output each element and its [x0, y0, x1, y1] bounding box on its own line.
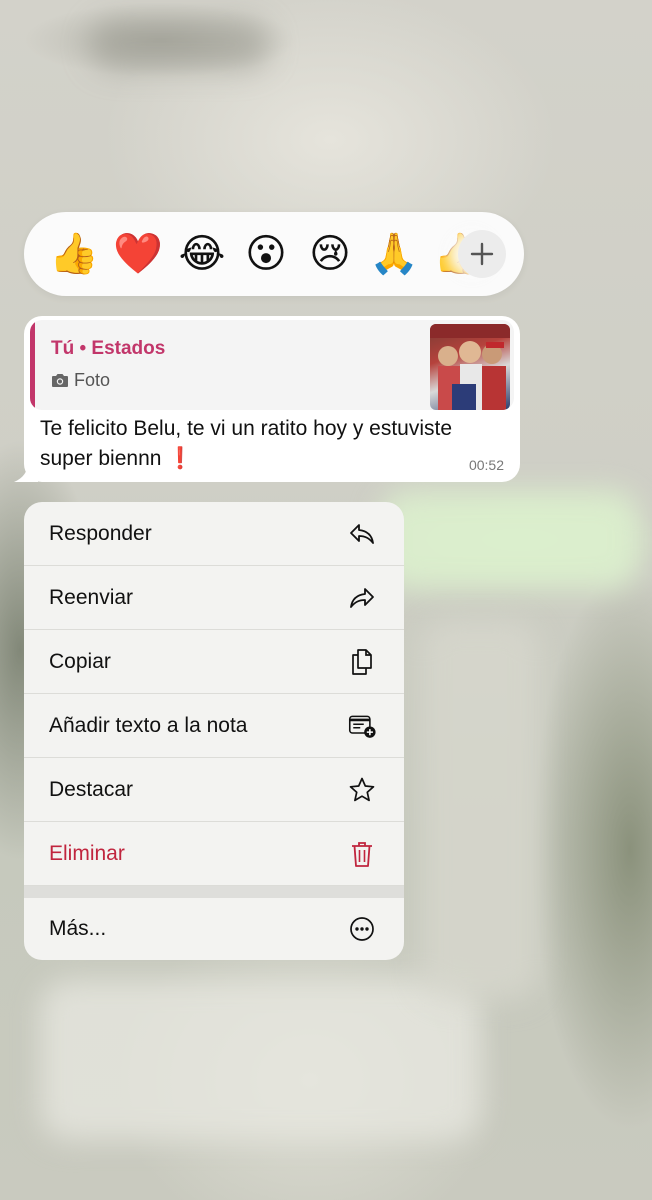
- heart-reaction[interactable]: ❤️: [106, 222, 170, 286]
- message-text: Te felicito Belu, te vi un ratito hoy y …: [40, 417, 453, 470]
- trash-icon: [348, 840, 376, 868]
- reply-icon: [348, 520, 376, 548]
- camera-icon: [52, 374, 68, 387]
- more-icon: [348, 915, 376, 943]
- menu-item-star[interactable]: Destacar: [24, 758, 404, 822]
- crying-reaction[interactable]: 😢: [298, 222, 362, 286]
- quote-title: Tú • Estados: [51, 338, 166, 359]
- menu-item-label: Copiar: [49, 649, 111, 673]
- menu-item-label: Más...: [49, 917, 107, 940]
- menu-item-label: Reenviar: [49, 585, 134, 609]
- menu-item-reply[interactable]: Responder: [24, 502, 404, 566]
- menu-item-label: Destacar: [49, 777, 134, 801]
- menu-separator: [24, 886, 404, 898]
- laughing-reaction[interactable]: 😂: [170, 222, 234, 286]
- message-time: 00:52: [468, 457, 504, 473]
- message-context-menu: Responder Reenviar Copiar Añadir texto a…: [24, 502, 404, 960]
- menu-item-delete[interactable]: Eliminar: [24, 822, 404, 886]
- menu-item-label: Responder: [49, 521, 152, 545]
- praying-reaction[interactable]: 🙏: [362, 222, 426, 286]
- plus-icon: [470, 242, 494, 266]
- menu-item-label: Añadir texto a la nota: [49, 713, 248, 737]
- quote-accent-bar: [30, 320, 35, 410]
- more-reactions-button[interactable]: [458, 230, 506, 278]
- quote-subtitle-text: Foto: [74, 370, 111, 390]
- menu-item-forward[interactable]: Reenviar: [24, 566, 404, 630]
- reaction-bar: 👍 ❤️ 😂 😮 😢 🙏 👍: [24, 212, 524, 296]
- menu-item-more[interactable]: Más...: [24, 898, 404, 960]
- menu-item-add-to-note[interactable]: Añadir texto a la nota: [24, 694, 404, 758]
- quote-subtitle: Foto: [51, 370, 110, 391]
- quoted-status[interactable]: Tú • Estados Foto: [30, 320, 514, 410]
- thumbs-up-reaction[interactable]: 👍: [42, 222, 106, 286]
- add-note-icon: [348, 712, 376, 740]
- surprised-reaction[interactable]: 😮: [234, 222, 298, 286]
- star-icon: [348, 776, 376, 804]
- message-bubble[interactable]: Tú • Estados Foto Te felicito Belu, te v…: [24, 316, 520, 482]
- forward-icon: [348, 584, 376, 612]
- menu-item-label: Eliminar: [49, 841, 125, 865]
- copy-icon: [348, 648, 376, 676]
- menu-item-copy[interactable]: Copiar: [24, 630, 404, 694]
- status-thumbnail: [430, 324, 510, 410]
